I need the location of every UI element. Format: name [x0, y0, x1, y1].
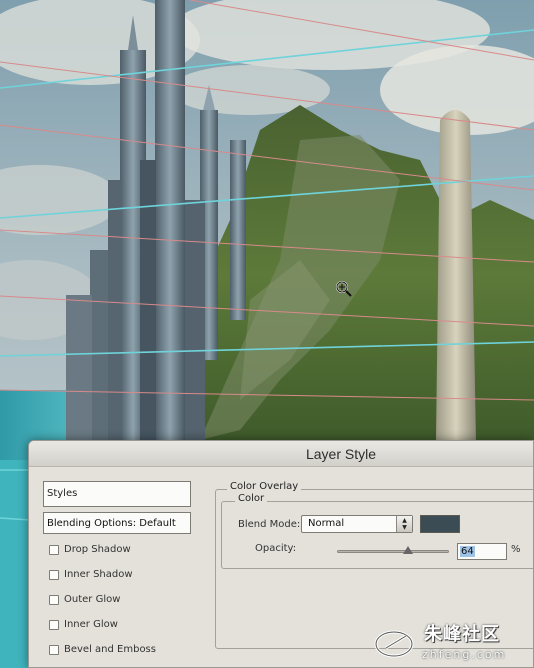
bevel-and-emboss-checkbox[interactable]: [49, 644, 59, 655]
dialog-title: Layer Style: [305, 446, 377, 462]
color-overlay-title: Color Overlay: [227, 481, 302, 492]
percent-unit: %: [511, 544, 521, 555]
overlay-color-swatch[interactable]: [420, 515, 460, 533]
effect-drop-shadow[interactable]: Drop Shadow: [43, 537, 191, 562]
effect-label: Inner Shadow: [64, 569, 133, 580]
blend-mode-label: Blend Mode:: [238, 519, 301, 530]
opacity-slider[interactable]: [337, 546, 449, 554]
styles-header[interactable]: Styles: [43, 481, 191, 507]
effect-bevel-and-emboss[interactable]: Bevel and Emboss: [43, 637, 191, 662]
outer-glow-checkbox[interactable]: [49, 594, 59, 605]
inner-glow-checkbox[interactable]: [49, 619, 59, 630]
dialog-titlebar[interactable]: Layer Style: [29, 441, 533, 467]
drop-shadow-checkbox[interactable]: [49, 544, 59, 555]
effects-list: Drop Shadow Inner Shadow Outer Glow Inne…: [43, 537, 191, 662]
effect-label: Drop Shadow: [64, 544, 131, 555]
opacity-value: 64: [460, 546, 475, 557]
opacity-label: Opacity:: [255, 543, 297, 554]
opacity-slider-thumb[interactable]: [403, 546, 414, 554]
opacity-input[interactable]: 64: [457, 543, 507, 560]
watermark-url: zhfeng.com: [422, 648, 507, 661]
effect-label: Bevel and Emboss: [64, 644, 156, 655]
blend-mode-select[interactable]: Normal ▲ ▼: [301, 515, 413, 533]
effect-label: Inner Glow: [64, 619, 118, 630]
effect-outer-glow[interactable]: Outer Glow: [43, 587, 191, 612]
color-subgroup-title: Color: [235, 493, 268, 504]
effect-inner-glow[interactable]: Inner Glow: [43, 612, 191, 637]
styles-panel: Styles Blending Options: Default Drop Sh…: [43, 481, 191, 667]
effect-label: Outer Glow: [64, 594, 121, 605]
blend-mode-value: Normal: [308, 518, 345, 529]
blending-options-item[interactable]: Blending Options: Default: [43, 512, 191, 534]
inner-shadow-checkbox[interactable]: [49, 569, 59, 580]
effect-inner-shadow[interactable]: Inner Shadow: [43, 562, 191, 587]
watermark-site-name: 朱峰社区: [424, 624, 500, 645]
site-watermark: 朱峰社区 zhfeng.com: [372, 618, 534, 668]
up-down-arrows-icon[interactable]: ▲ ▼: [396, 516, 412, 532]
